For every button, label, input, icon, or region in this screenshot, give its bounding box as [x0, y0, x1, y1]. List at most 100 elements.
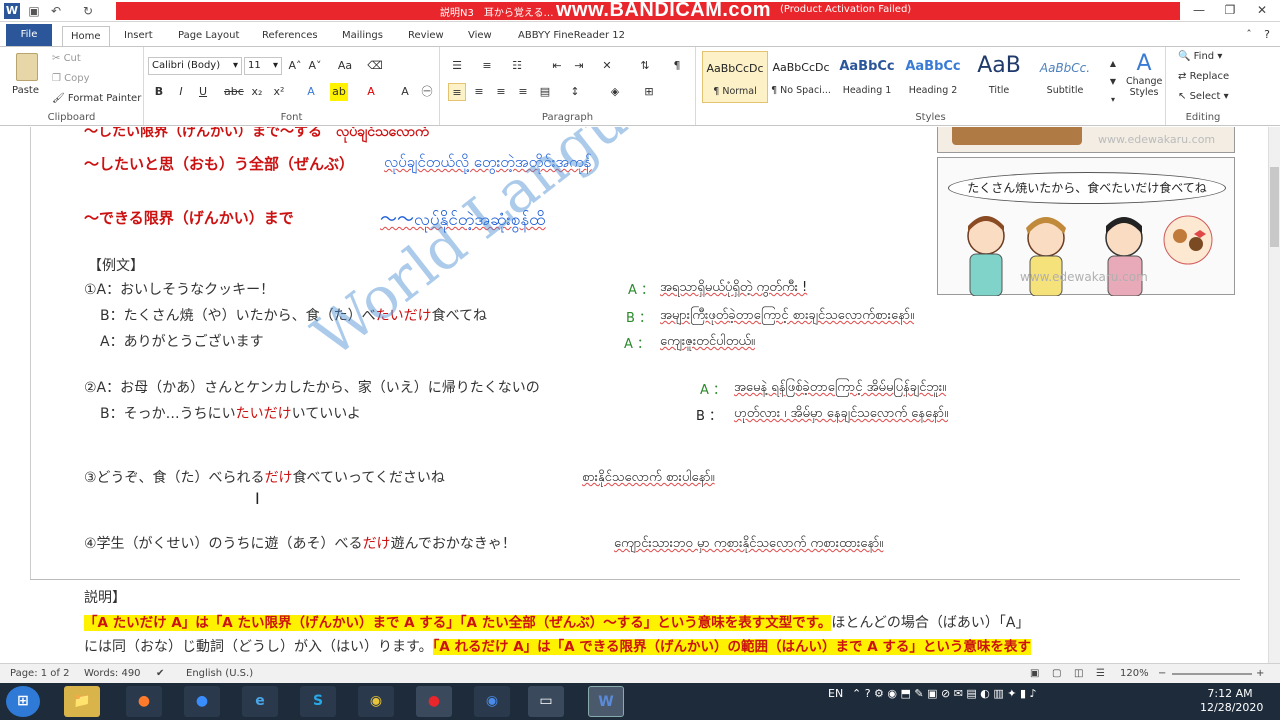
ribbon-minimize-icon[interactable]: ˆ: [1240, 26, 1258, 44]
align-right-icon[interactable]: ≡: [492, 83, 510, 101]
zoom-out-icon[interactable]: −: [1158, 668, 1166, 679]
bullets-icon[interactable]: ☰: [448, 57, 466, 75]
language-indicator[interactable]: English (U.S.): [186, 668, 253, 679]
help-icon[interactable]: ?: [1258, 26, 1276, 44]
file-explorer-icon[interactable]: 📁: [64, 686, 100, 717]
style-subtitle[interactable]: AaBbCc. Subtitle: [1032, 51, 1098, 103]
language-tray[interactable]: EN: [828, 687, 843, 700]
style-no-spacing[interactable]: AaBbCcDc ¶ No Spaci...: [768, 51, 834, 103]
outline-icon[interactable]: ☰: [1096, 668, 1105, 679]
scrollbar-thumb[interactable]: [1270, 167, 1279, 247]
font-size-select[interactable]: 11 ▾: [244, 57, 282, 75]
paste-button[interactable]: Paste: [12, 85, 39, 96]
word-count[interactable]: Words: 490: [84, 668, 141, 679]
page-count[interactable]: Page: 1 of 2: [10, 668, 69, 679]
print-layout-icon[interactable]: ▣: [1030, 668, 1039, 679]
replace-button[interactable]: ⇄ Replace: [1178, 71, 1229, 82]
start-button-icon[interactable]: ⊞: [6, 686, 40, 717]
change-case-icon[interactable]: Aa: [336, 57, 354, 75]
style-normal[interactable]: AaBbCcDc ¶ Normal: [702, 51, 768, 103]
bandicam-watermark: www.BANDICAM.com: [556, 0, 772, 21]
tab-review[interactable]: Review: [400, 26, 452, 46]
zoom-app-icon[interactable]: ●: [184, 686, 220, 717]
asian-layout-icon[interactable]: ✕: [598, 57, 616, 75]
proofing-icon[interactable]: ✔: [156, 668, 164, 679]
numbering-icon[interactable]: ≡: [478, 57, 496, 75]
save-icon[interactable]: ▣: [26, 3, 42, 19]
justify-icon[interactable]: ≡: [514, 83, 532, 101]
copy-button[interactable]: ❐ Copy: [52, 73, 90, 84]
tab-references[interactable]: References: [254, 26, 326, 46]
system-clock[interactable]: 7:12 AM 12/28/2020: [1200, 687, 1263, 715]
styles-more-icon[interactable]: ▾: [1104, 91, 1122, 109]
font-name-select[interactable]: Calibri (Body) ▾: [148, 57, 242, 75]
tab-abbyy[interactable]: ABBYY FineReader 12: [510, 26, 633, 46]
minimize-icon[interactable]: —: [1183, 0, 1215, 20]
zoom-level[interactable]: 120%: [1120, 668, 1149, 679]
maximize-icon[interactable]: ❐: [1214, 0, 1246, 20]
word-app-icon[interactable]: W: [4, 3, 20, 19]
change-styles-button[interactable]: A Change Styles: [1126, 51, 1162, 107]
format-painter-button[interactable]: 🖌 Format Painter: [52, 93, 141, 104]
distributed-icon[interactable]: ▤: [536, 83, 554, 101]
highlight-icon[interactable]: ab: [330, 83, 348, 101]
multilevel-list-icon[interactable]: ☷: [508, 57, 526, 75]
styles-scroll-up-icon[interactable]: ▲: [1104, 55, 1122, 73]
document-canvas[interactable]: ～したい限界（げんかい）まで～する လုပ်ချင်သလောက် ～したいと思（…: [0, 127, 1268, 663]
subscript-icon[interactable]: x₂: [248, 83, 266, 101]
zoom-slider[interactable]: [1172, 673, 1252, 675]
underline-icon[interactable]: U: [194, 83, 212, 101]
tab-view[interactable]: View: [460, 26, 500, 46]
vertical-scrollbar[interactable]: [1268, 127, 1280, 663]
tab-file[interactable]: File: [6, 24, 52, 46]
find-button[interactable]: 🔍 Find ▾: [1178, 51, 1222, 62]
tab-page-layout[interactable]: Page Layout: [170, 26, 247, 46]
bandicam-icon[interactable]: ●: [416, 686, 452, 717]
chrome-2-icon[interactable]: ◉: [474, 686, 510, 717]
style-heading-1[interactable]: AaBbCc Heading 1: [834, 51, 900, 103]
text-effects-icon[interactable]: A: [302, 83, 320, 101]
sort-icon[interactable]: ⇅: [636, 57, 654, 75]
strikethrough-icon[interactable]: abc: [224, 83, 244, 101]
chrome-icon[interactable]: ◉: [358, 686, 394, 717]
shading-icon[interactable]: ◈: [606, 83, 624, 101]
shrink-font-icon[interactable]: A˅: [306, 57, 324, 75]
increase-indent-icon[interactable]: ⇥: [570, 57, 588, 75]
decrease-indent-icon[interactable]: ⇤: [548, 57, 566, 75]
bold-icon[interactable]: B: [150, 83, 168, 101]
example-2a-translation: အမေနဲ့ ရန်ဖြစ်ခဲ့တာကြောင့် အိမ်မပြန်ချင်…: [734, 380, 947, 395]
paste-icon[interactable]: [16, 53, 38, 81]
web-layout-icon[interactable]: ◫: [1074, 668, 1083, 679]
tab-mailings[interactable]: Mailings: [334, 26, 391, 46]
tray-icons[interactable]: ⌃ ? ⚙ ◉ ⬒ ✎ ▣ ⊘ ✉ ▤ ◐ ▥ ✦ ▮ ♪: [852, 687, 1037, 700]
clear-format-icon[interactable]: ⌫: [366, 57, 384, 75]
styles-scroll-down-icon[interactable]: ▼: [1104, 73, 1122, 91]
superscript-icon[interactable]: x²: [270, 83, 288, 101]
word-taskbar-icon[interactable]: W: [588, 686, 624, 717]
close-icon[interactable]: ✕: [1246, 0, 1278, 20]
character-shading-icon[interactable]: A: [396, 83, 414, 101]
line-spacing-icon[interactable]: ↕: [566, 83, 584, 101]
borders-icon[interactable]: ⊞: [640, 83, 658, 101]
select-button[interactable]: ↖ Select ▾: [1178, 91, 1229, 102]
full-screen-icon[interactable]: ▢: [1052, 668, 1061, 679]
redo-icon[interactable]: ↻: [80, 3, 96, 19]
firefox-icon[interactable]: ●: [126, 686, 162, 717]
style-title[interactable]: AaB Title: [966, 51, 1032, 103]
tab-insert[interactable]: Insert: [116, 26, 161, 46]
enclose-character-icon[interactable]: ㊀: [418, 83, 436, 101]
italic-icon[interactable]: I: [172, 83, 190, 101]
internet-explorer-icon[interactable]: e: [242, 686, 278, 717]
skype-icon[interactable]: S: [300, 686, 336, 717]
cut-button[interactable]: ✂ Cut: [52, 53, 81, 64]
align-center-icon[interactable]: ≡: [470, 83, 488, 101]
zoom-in-icon[interactable]: +: [1256, 668, 1264, 679]
image-viewer-icon[interactable]: ▭: [528, 686, 564, 717]
pilcrow-icon[interactable]: ¶: [668, 57, 686, 75]
undo-icon[interactable]: ↶: [48, 3, 64, 19]
font-color-icon[interactable]: A: [362, 83, 380, 101]
grow-font-icon[interactable]: A˄: [286, 57, 304, 75]
align-left-icon[interactable]: ≡: [448, 83, 466, 101]
tab-home[interactable]: Home: [62, 26, 110, 46]
style-heading-2[interactable]: AaBbCc Heading 2: [900, 51, 966, 103]
